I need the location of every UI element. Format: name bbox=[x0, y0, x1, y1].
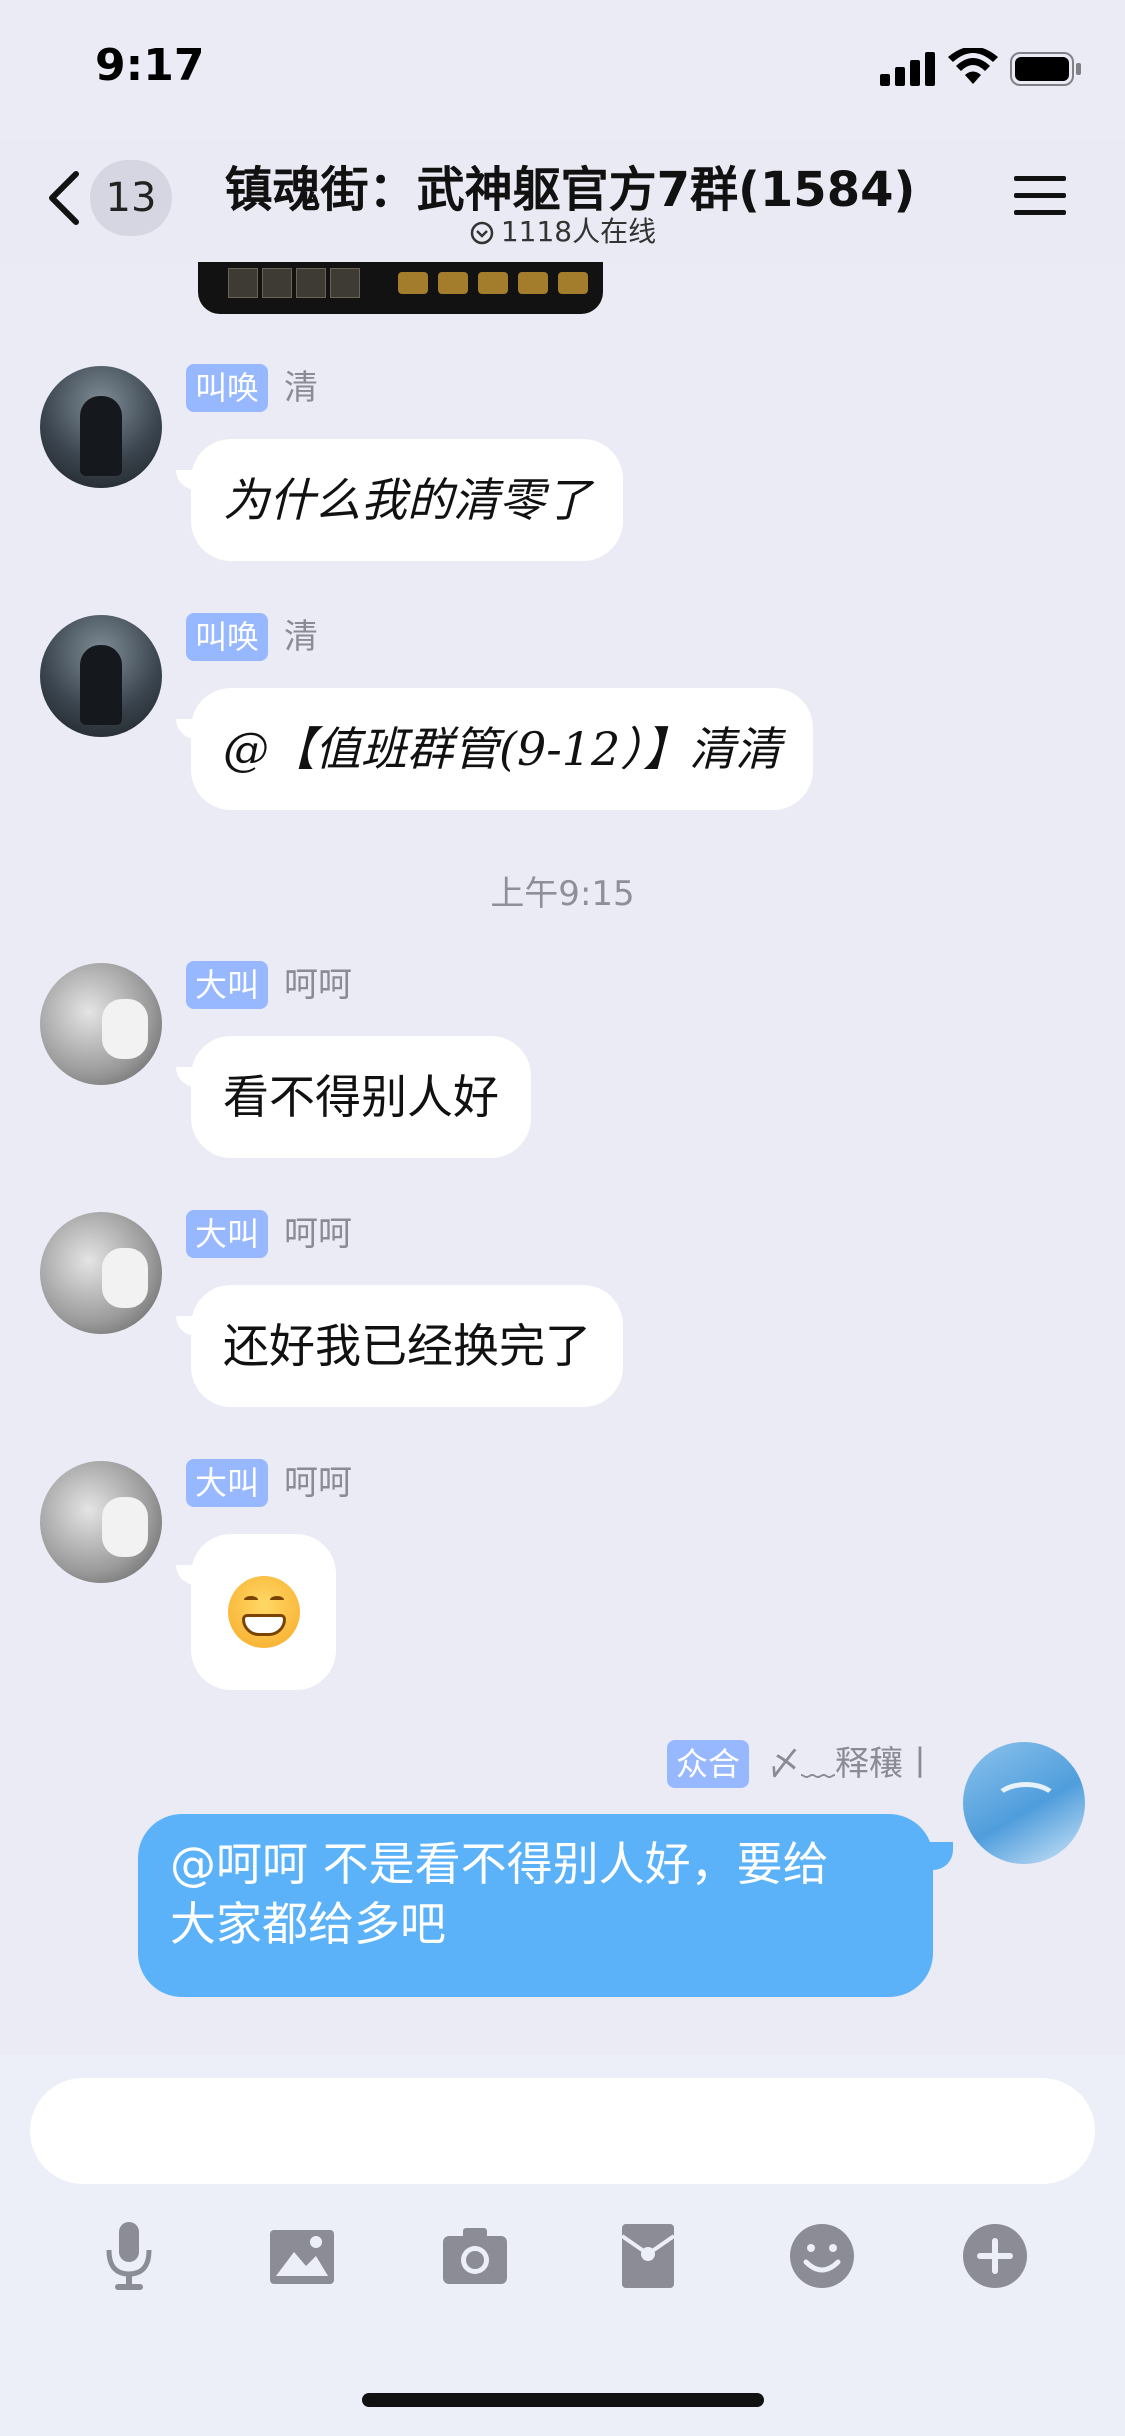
image-tile bbox=[296, 268, 326, 298]
sent-message-bubble[interactable]: @呵呵 不是看不得别人好，要给 大家都给多吧 bbox=[138, 1814, 933, 1997]
image-tile bbox=[438, 272, 468, 294]
sender-name[interactable]: 呵呵 bbox=[284, 961, 352, 1009]
sender-name[interactable]: 呵呵 bbox=[284, 1210, 352, 1258]
message-bubble[interactable]: 为什么我的清零了 bbox=[191, 439, 623, 561]
avatar-figure bbox=[80, 645, 122, 725]
status-time: 9:17 bbox=[95, 40, 205, 91]
sender-name[interactable]: 清 bbox=[284, 613, 318, 661]
image-tile bbox=[330, 268, 360, 298]
avatar-figure bbox=[80, 396, 122, 476]
online-status[interactable]: 1118人在线 bbox=[0, 210, 1125, 250]
message-timestamp: 上午9:15 bbox=[490, 874, 635, 914]
image-icon[interactable] bbox=[266, 2220, 338, 2292]
avatar[interactable] bbox=[40, 963, 162, 1085]
sender-name[interactable]: 清 bbox=[284, 364, 318, 412]
message-bubble[interactable]: 还好我已经换完了 bbox=[191, 1285, 623, 1407]
emoji-eye bbox=[270, 1596, 284, 1604]
emoji-eye bbox=[244, 1596, 258, 1604]
role-tag: 大叫 bbox=[186, 1459, 269, 1507]
avatar[interactable] bbox=[40, 615, 162, 737]
emoji-icon[interactable] bbox=[786, 2220, 858, 2292]
role-tag: 大叫 bbox=[186, 961, 269, 1009]
microphone-icon[interactable] bbox=[93, 2220, 165, 2292]
message-input[interactable] bbox=[30, 2078, 1095, 2184]
avatar-face bbox=[102, 1497, 148, 1557]
sent-message-line: @呵呵 不是看不得别人好，要给 bbox=[170, 1837, 829, 1891]
signal-icon bbox=[880, 52, 935, 86]
role-tag: 叫唤 bbox=[186, 613, 269, 661]
avatar[interactable] bbox=[40, 366, 162, 488]
message-bubble[interactable]: @【值班群管(9-12）】清清 bbox=[191, 688, 814, 810]
image-tile bbox=[478, 272, 508, 294]
red-packet-icon[interactable] bbox=[612, 2220, 684, 2292]
image-message-thumbnail[interactable] bbox=[198, 262, 603, 314]
avatar[interactable] bbox=[40, 1212, 162, 1334]
image-tile bbox=[518, 272, 548, 294]
image-tile bbox=[558, 272, 588, 294]
emoji-mouth bbox=[242, 1614, 286, 1636]
my-avatar[interactable] bbox=[963, 1742, 1085, 1864]
home-indicator[interactable] bbox=[362, 2393, 764, 2407]
online-indicator-icon bbox=[470, 221, 494, 245]
image-tile bbox=[228, 268, 258, 298]
menu-icon[interactable] bbox=[1014, 172, 1066, 220]
wifi-icon bbox=[948, 48, 998, 84]
message-bubble[interactable]: 看不得别人好 bbox=[191, 1036, 531, 1158]
status-bar: 9:17 bbox=[0, 0, 1125, 140]
role-tag: 叫唤 bbox=[186, 364, 269, 412]
role-tag: 大叫 bbox=[186, 1210, 269, 1258]
avatar[interactable] bbox=[40, 1461, 162, 1583]
sent-message-line: 大家都给多吧 bbox=[170, 1897, 446, 1951]
sender-name[interactable]: 〆﹏释穰丨 bbox=[767, 1740, 937, 1788]
plus-icon[interactable] bbox=[959, 2220, 1031, 2292]
avatar-swirl bbox=[993, 1782, 1059, 1822]
battery-icon bbox=[1010, 52, 1081, 86]
online-count: 1118人在线 bbox=[500, 215, 657, 248]
role-tag: 众合 bbox=[667, 1740, 750, 1788]
grinning-emoji-icon bbox=[228, 1576, 300, 1648]
avatar-face bbox=[102, 1248, 148, 1308]
image-tile bbox=[398, 272, 428, 294]
avatar-face bbox=[102, 999, 148, 1059]
image-tile bbox=[262, 268, 292, 298]
sender-name[interactable]: 呵呵 bbox=[284, 1459, 352, 1507]
camera-icon[interactable] bbox=[439, 2220, 511, 2292]
